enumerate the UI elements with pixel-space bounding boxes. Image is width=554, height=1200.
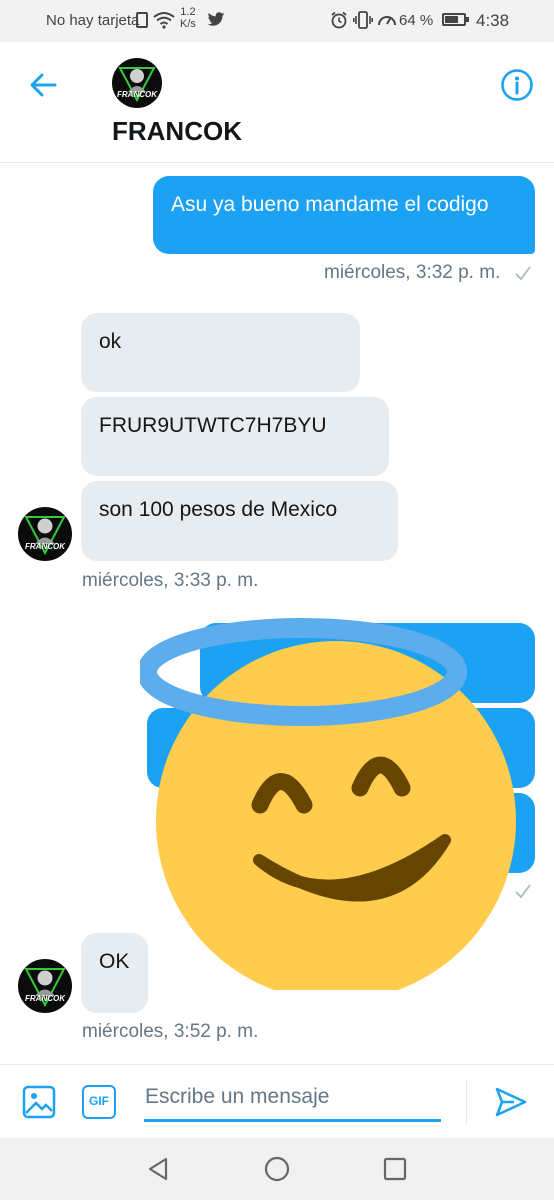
contact-name[interactable]: FRANCOK bbox=[112, 116, 242, 147]
message-timestamp: miércoles, 3:32 p. m. bbox=[324, 262, 501, 283]
send-icon[interactable] bbox=[494, 1085, 528, 1119]
nav-back-icon[interactable] bbox=[146, 1156, 170, 1182]
sim-alert-icon bbox=[136, 12, 148, 28]
battery-percent: 64 % bbox=[399, 12, 434, 29]
status-bar: No hay tarjeta 1.2 K/s 64 % 4:38 bbox=[0, 0, 554, 42]
sender-avatar[interactable]: FRANCOK bbox=[18, 959, 72, 1013]
network-speed-value: 1.2 bbox=[180, 6, 196, 18]
message-text: ok bbox=[99, 330, 122, 353]
smiling-face-with-halo-icon bbox=[140, 618, 516, 990]
message-input-placeholder[interactable]: Escribe un mensaje bbox=[145, 1085, 329, 1109]
sent-check-icon bbox=[515, 266, 531, 281]
message-text: Asu ya bueno mandame el codigo bbox=[171, 193, 489, 216]
nav-recents-icon[interactable] bbox=[383, 1157, 407, 1181]
avatar-label: FRANCOK bbox=[117, 90, 157, 99]
back-arrow-icon[interactable] bbox=[28, 70, 58, 100]
carrier-text: No hay tarjeta bbox=[46, 12, 140, 29]
system-nav-bar bbox=[0, 1138, 554, 1200]
message-timestamp: miércoles, 3:52 p. m. bbox=[82, 1021, 259, 1042]
gif-icon[interactable]: GIF bbox=[82, 1085, 116, 1119]
message-text: son 100 pesos de Mexico bbox=[99, 498, 338, 521]
message-composer: GIF Escribe un mensaje bbox=[0, 1064, 554, 1139]
message-input-underline bbox=[144, 1119, 441, 1122]
message-text: OK bbox=[99, 950, 130, 973]
header-avatar[interactable]: FRANCOK bbox=[112, 58, 162, 108]
message-received[interactable]: son 100 pesos de Mexico bbox=[81, 481, 398, 561]
battery-tip bbox=[466, 17, 469, 22]
network-speed-unit: K/s bbox=[180, 18, 196, 30]
avatar-label: FRANCOK bbox=[25, 994, 65, 1003]
message-sent[interactable]: Asu ya bueno mandame el codigo bbox=[153, 176, 535, 254]
nav-home-icon[interactable] bbox=[264, 1156, 290, 1182]
avatar-logo bbox=[118, 67, 156, 103]
message-received[interactable]: OK bbox=[81, 933, 148, 1013]
divider bbox=[466, 1081, 467, 1125]
gif-label: GIF bbox=[89, 1094, 109, 1108]
avatar-label: FRANCOK bbox=[25, 542, 65, 551]
message-timestamp: miércoles, 3:33 p. m. bbox=[82, 570, 259, 591]
message-received[interactable]: FRUR9UTWTC7H7BYU bbox=[81, 397, 389, 476]
battery-icon bbox=[442, 13, 466, 26]
alarm-icon bbox=[331, 11, 347, 29]
message-text: FRUR9UTWTC7H7BYU bbox=[99, 414, 327, 437]
data-saver-icon bbox=[378, 16, 396, 26]
avatar-logo bbox=[24, 968, 66, 1008]
twitter-icon bbox=[207, 12, 225, 26]
message-received[interactable]: ok bbox=[81, 313, 360, 392]
wifi-icon bbox=[153, 12, 175, 29]
conversation-header: FRANCOK FRANCOK bbox=[0, 42, 554, 163]
sender-avatar[interactable]: FRANCOK bbox=[18, 507, 72, 561]
network-speed: 1.2 K/s bbox=[180, 6, 196, 30]
battery-level bbox=[445, 16, 458, 23]
vibrate-icon bbox=[353, 11, 373, 29]
clock: 4:38 bbox=[476, 11, 510, 30]
image-icon[interactable] bbox=[22, 1085, 56, 1119]
avatar-logo bbox=[24, 516, 66, 556]
info-icon[interactable] bbox=[500, 68, 534, 102]
